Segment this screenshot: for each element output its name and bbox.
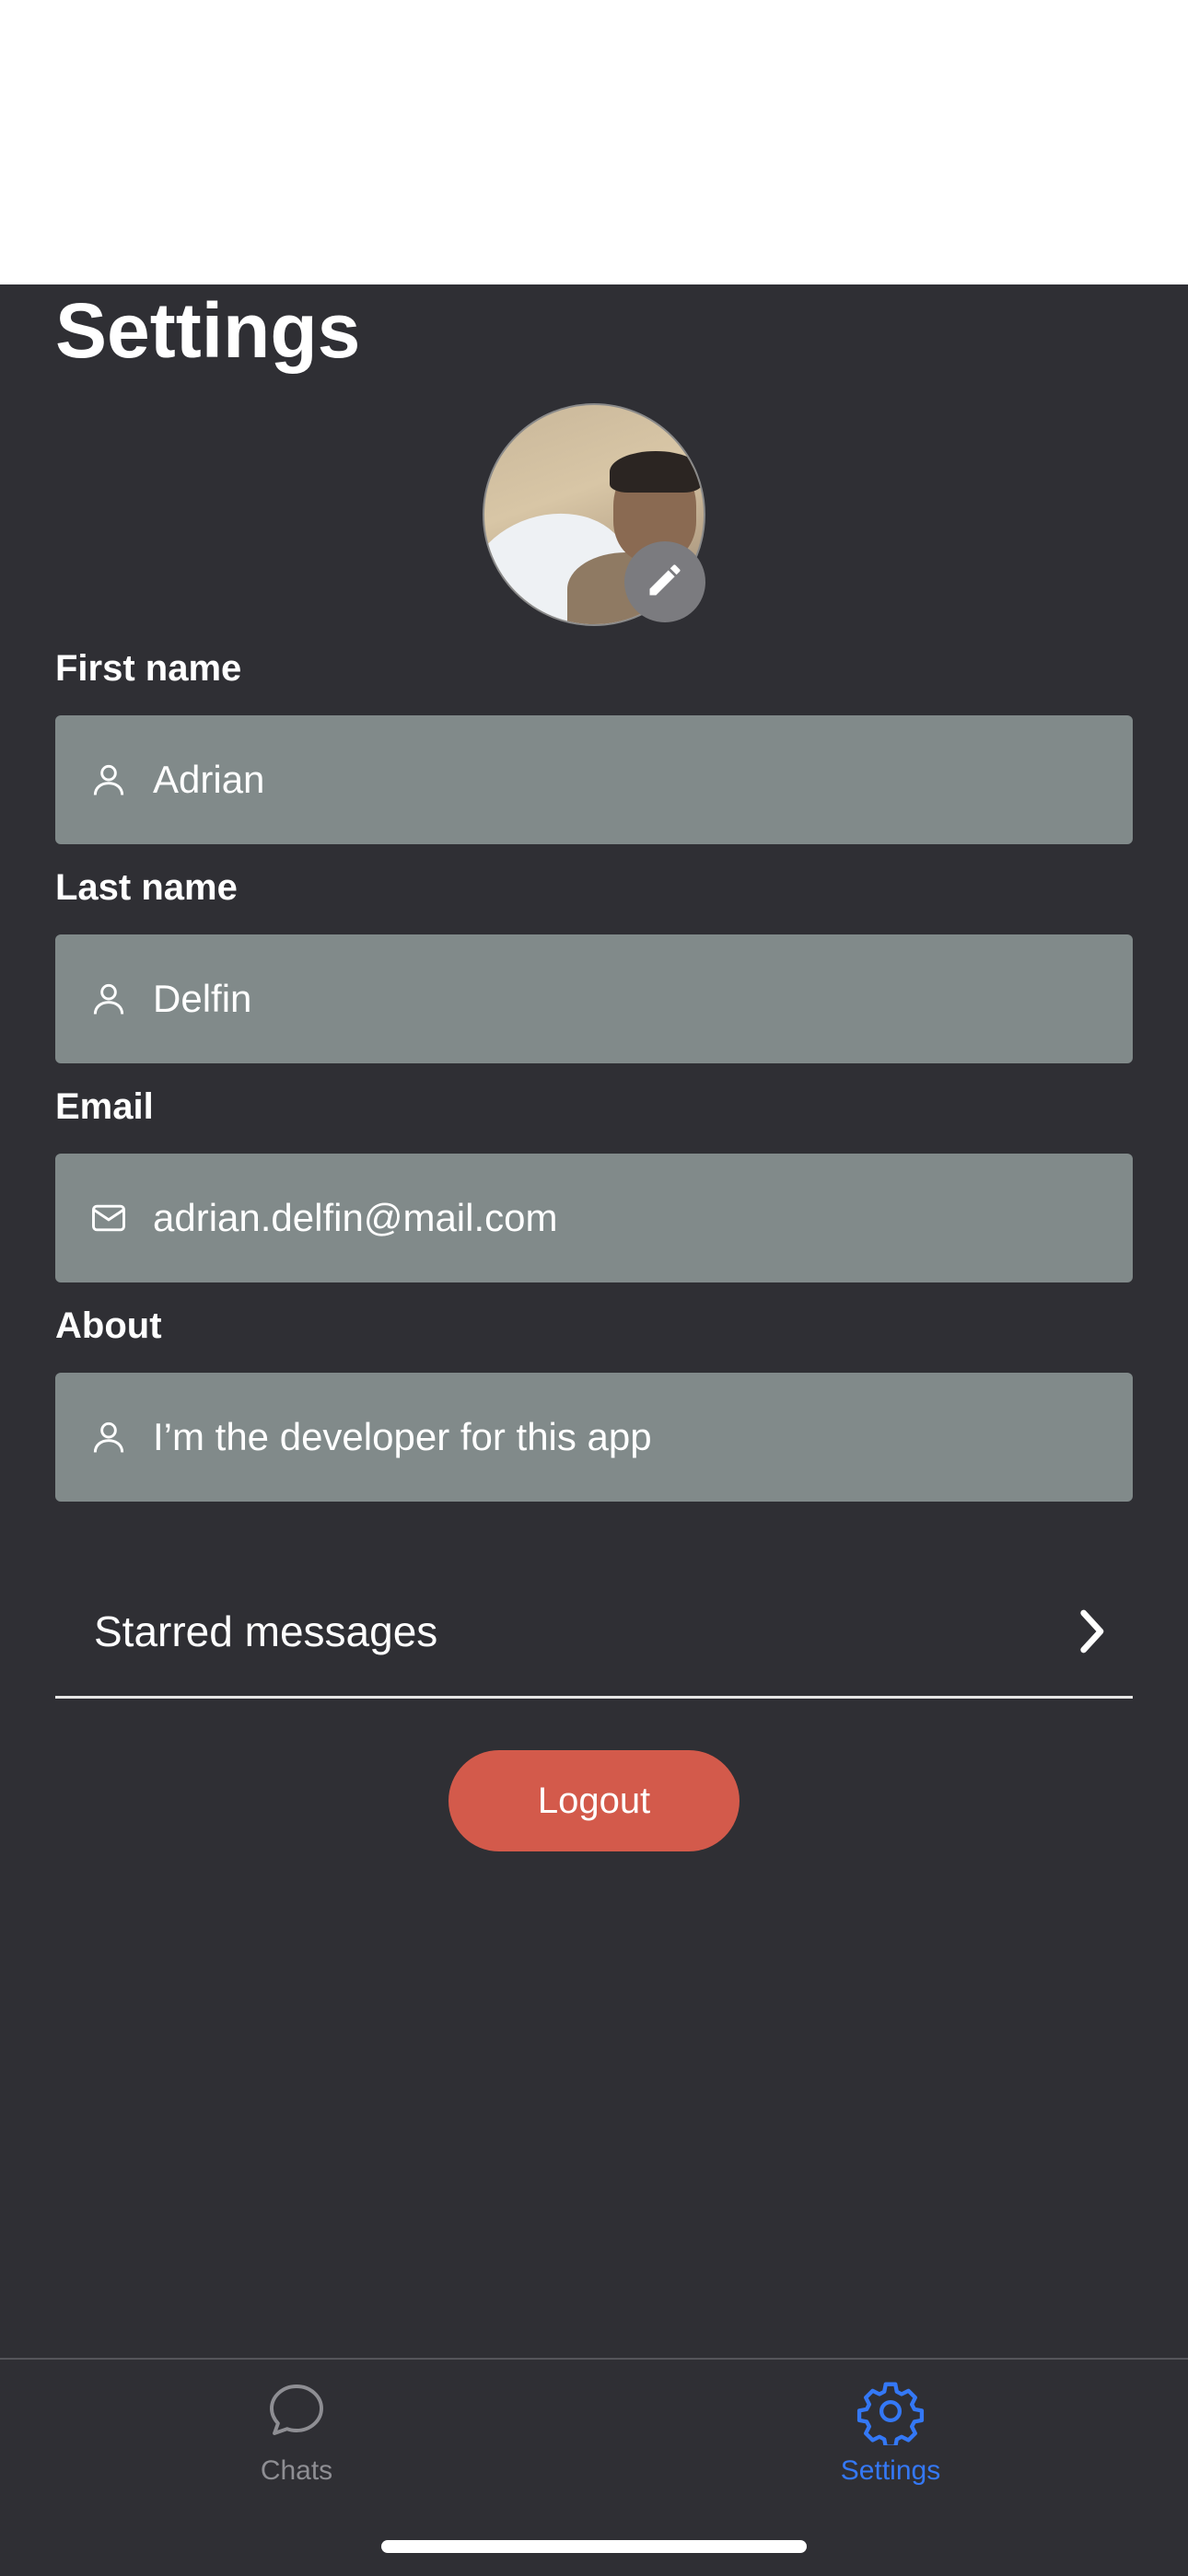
chevron-right-icon [1068, 1604, 1114, 1659]
starred-messages-row[interactable]: Starred messages [55, 1567, 1133, 1699]
gear-icon [854, 2374, 927, 2448]
logout-button[interactable]: Logout [448, 1750, 740, 1851]
user-icon [83, 973, 134, 1025]
tab-chats-label: Chats [260, 2455, 333, 2486]
first-name-field[interactable]: Adrian [55, 715, 1133, 844]
tab-settings[interactable]: Settings [752, 2360, 1029, 2507]
first-name-value[interactable]: Adrian [153, 758, 264, 802]
email-label: Email [55, 1086, 154, 1127]
tab-settings-label: Settings [840, 2455, 941, 2486]
pencil-icon [645, 560, 685, 605]
first-name-label: First name [55, 648, 242, 689]
starred-messages-label: Starred messages [94, 1607, 438, 1655]
mail-icon [83, 1192, 134, 1244]
about-value[interactable]: I’m the developer for this app [153, 1415, 652, 1459]
about-field[interactable]: I’m the developer for this app [55, 1373, 1133, 1502]
about-label: About [55, 1305, 162, 1346]
email-field[interactable]: adrian.delfin@mail.com [55, 1154, 1133, 1282]
home-indicator [381, 2540, 807, 2553]
last-name-label: Last name [55, 867, 238, 908]
last-name-value[interactable]: Delfin [153, 977, 251, 1021]
settings-screen: Settings First name Adrian Last name Del… [0, 284, 1188, 2576]
chat-bubble-icon [260, 2374, 333, 2448]
email-value[interactable]: adrian.delfin@mail.com [153, 1196, 557, 1240]
tab-chats[interactable]: Chats [158, 2360, 435, 2507]
profile-avatar-container[interactable] [483, 403, 705, 626]
user-icon [83, 1411, 134, 1463]
page-title: Settings [55, 287, 361, 374]
edit-avatar-button[interactable] [624, 541, 705, 622]
user-icon [83, 754, 134, 806]
last-name-field[interactable]: Delfin [55, 934, 1133, 1063]
